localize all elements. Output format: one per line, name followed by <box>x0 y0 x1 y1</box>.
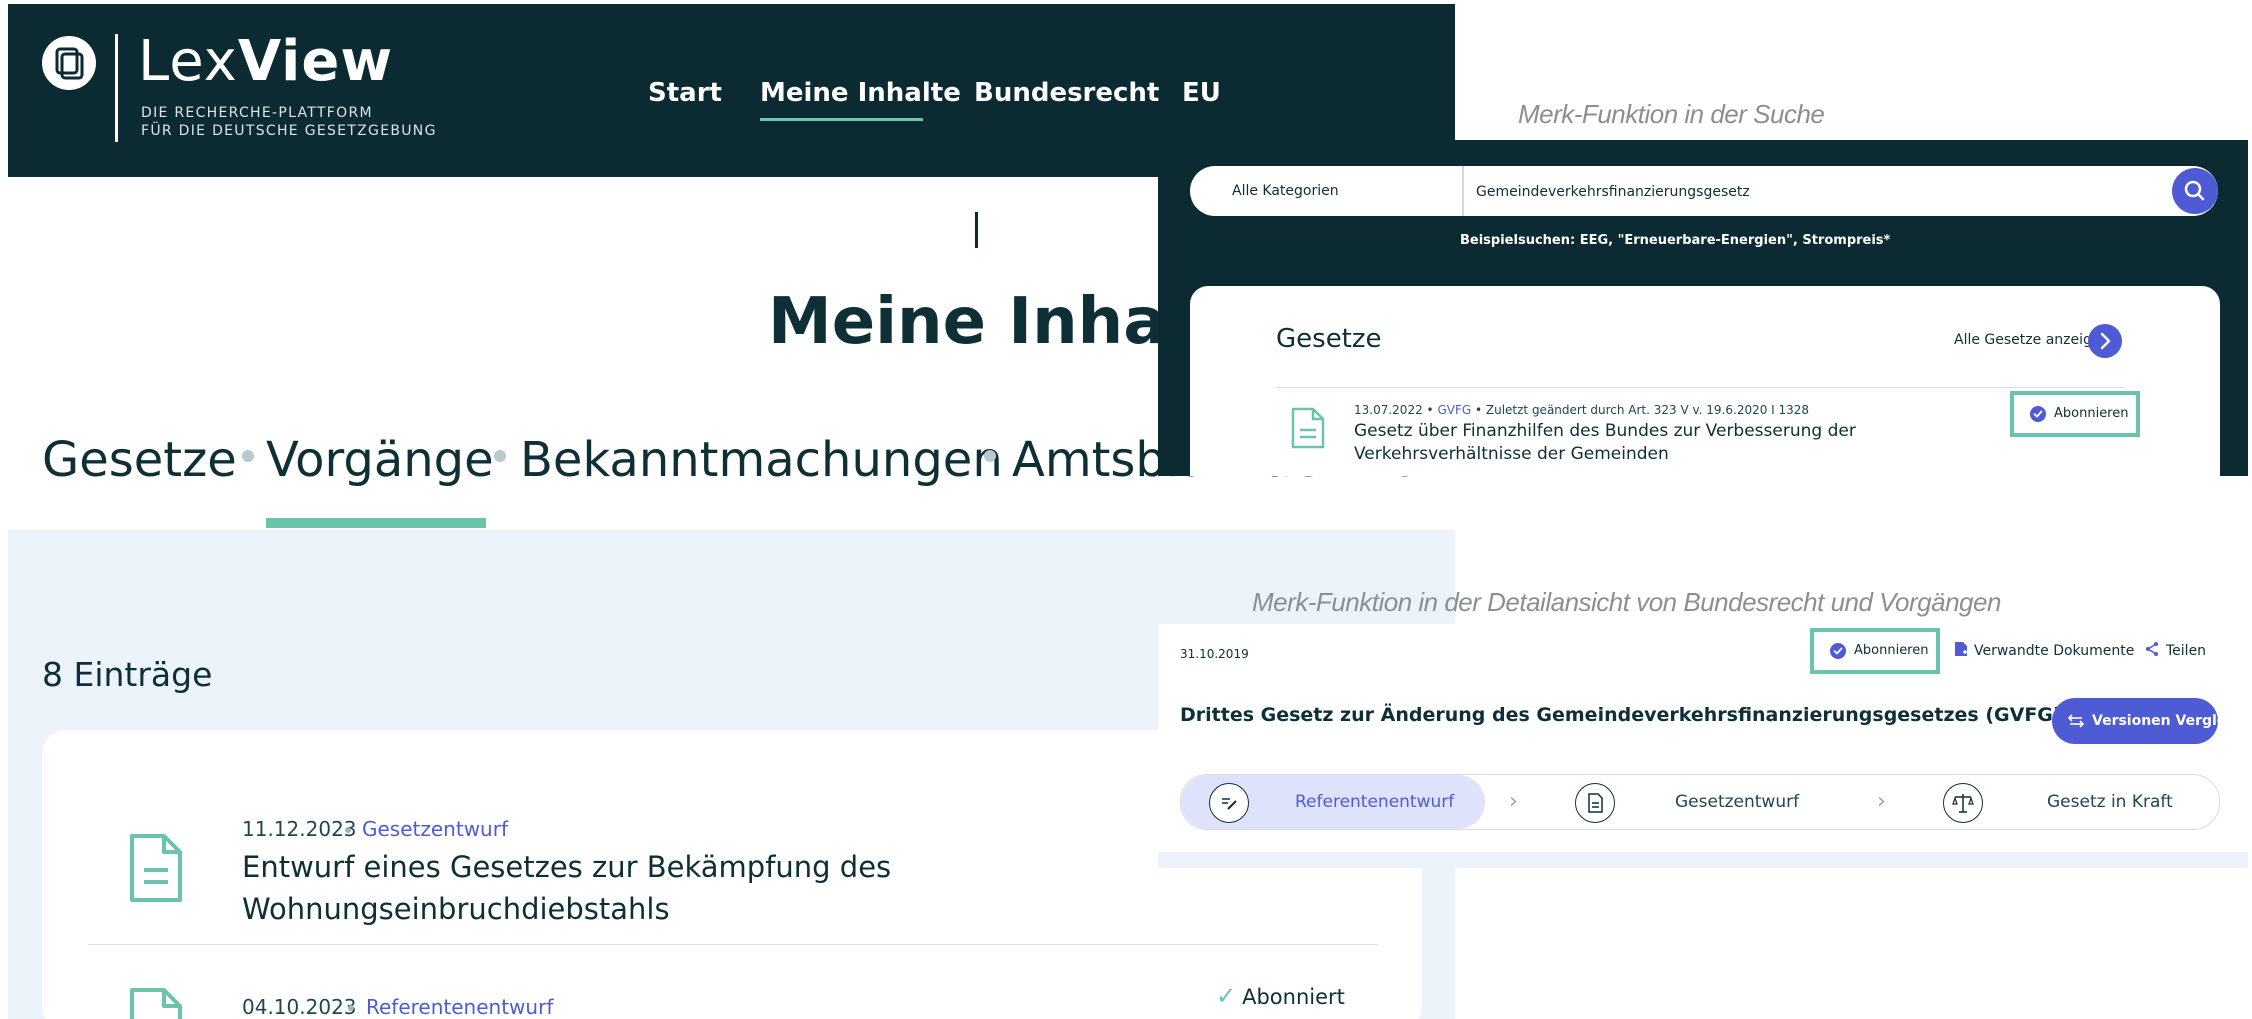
detail-date: 31.10.2019 <box>1180 647 1249 661</box>
category-vorgaenge[interactable]: Vorgänge <box>266 430 494 490</box>
entry-type[interactable]: Referentenentwurf <box>366 994 553 1019</box>
result-title[interactable]: Gesetz über Finanzhilfen des Bundes zur … <box>1354 420 1974 466</box>
share-icon <box>2146 642 2158 656</box>
search-bar: Alle Kategorien <box>1190 166 2218 216</box>
share-label: Teilen <box>2166 643 2207 659</box>
scales-icon <box>1943 783 1983 823</box>
entry-title-line-1[interactable]: Entwurf eines Gesetzes zur Bekämpfung de… <box>242 846 891 888</box>
result-meta: 13.07.2022 • GVFG • Zuletzt geändert dur… <box>1354 403 1810 417</box>
entry-meta-separator <box>348 1005 354 1011</box>
entry-date: 04.10.2023 <box>242 995 357 1019</box>
show-all-link[interactable]: Alle Gesetze anzeigen <box>1954 330 2109 350</box>
entry-date: 11.12.2023 <box>242 817 357 841</box>
subscribe-label: Abonnieren <box>1854 643 1929 658</box>
chevron-right-icon <box>2100 332 2111 350</box>
result-date: 13.07.2022 <box>1354 403 1423 417</box>
detail-title: Drittes Gesetz zur Änderung des Gemeinde… <box>1180 704 2062 726</box>
entries-count: 8 Einträge <box>42 655 213 694</box>
step-gesetz-in-kraft[interactable]: Gesetz in Kraft <box>2047 775 2173 829</box>
subscribed-status[interactable]: ✓ Abonniert <box>1216 982 1345 1011</box>
subscribe-label: Abonnieren <box>2054 406 2129 421</box>
text-cursor <box>975 212 978 248</box>
category-bekanntmachungen[interactable]: Bekanntmachungen <box>520 430 1003 490</box>
search-overlay: Alle Kategorien Beispielsuchen: EEG, "Er… <box>1158 140 2248 476</box>
step-referentenentwurf[interactable]: Referentenentwurf <box>1295 775 1454 829</box>
document-icon <box>1291 407 1325 449</box>
versions-compare-button[interactable]: Versionen Vergleich <box>2052 698 2248 744</box>
search-separator <box>1462 166 1464 216</box>
detail-overlay: 31.10.2019 Abonnieren Verwandte Dokument… <box>1158 624 2248 868</box>
category-separator <box>242 450 254 462</box>
search-category-select[interactable]: Alle Kategorien <box>1232 166 1462 216</box>
swap-arrows-icon <box>2068 714 2084 728</box>
nav-eu[interactable]: EU <box>1182 76 1221 110</box>
verified-check-icon <box>2030 406 2046 422</box>
show-all-button[interactable] <box>2088 324 2122 358</box>
results-heading: Gesetze <box>1276 324 1382 354</box>
caption-detail: Merk-Funktion in der Detailansicht von B… <box>1252 587 2001 617</box>
nav-start[interactable]: Start <box>648 76 722 110</box>
category-separator <box>984 450 996 462</box>
chevron-right-icon: › <box>1877 789 1886 814</box>
category-separator <box>494 450 506 462</box>
category-active-indicator <box>266 518 486 528</box>
entry-divider <box>88 944 1378 945</box>
subscribe-button[interactable]: Abonnieren <box>1810 628 1940 674</box>
document-add-icon <box>1955 642 1967 656</box>
logo-divider <box>115 34 118 142</box>
nav-bundesrecht[interactable]: Bundesrecht <box>974 76 1159 110</box>
search-examples: Beispielsuchen: EEG, "Erneuerbare-Energi… <box>1460 233 1891 248</box>
results-divider <box>1276 387 2124 388</box>
versions-compare-label: Versionen Vergleich <box>2092 713 2248 729</box>
result-changed: Zuletzt geändert durch Art. 323 V v. 19.… <box>1485 403 1810 417</box>
result-abbr[interactable]: GVFG <box>1437 403 1471 417</box>
entry-title-line-2[interactable]: Wohnungseinbruchdiebstahls <box>242 888 670 930</box>
share-button[interactable]: Teilen <box>2144 640 2206 662</box>
logo-wordmark[interactable]: LexView <box>138 30 393 94</box>
document-icon <box>130 988 182 1019</box>
logo-word-light: Lex <box>138 29 238 94</box>
search-input[interactable] <box>1474 174 2158 210</box>
related-documents-button[interactable]: Verwandte Dokumente <box>1954 640 2134 662</box>
search-button[interactable] <box>2172 168 2218 214</box>
step-gesetzentwurf[interactable]: Gesetzentwurf <box>1675 775 1799 829</box>
nav-active-indicator <box>760 118 923 121</box>
entry-type[interactable]: Gesetzentwurf <box>362 816 508 842</box>
process-steps: Referentenentwurf › Gesetzentwurf › Gese… <box>1180 774 2220 830</box>
subscribe-button[interactable]: Abonnieren <box>2010 391 2140 437</box>
pen-icon <box>1209 783 1249 823</box>
verified-check-icon <box>1830 643 1846 659</box>
nav-meine-inhalte[interactable]: Meine Inhalte <box>760 76 961 110</box>
caption-search: Merk-Funktion in der Suche <box>1518 99 1825 129</box>
category-gesetze[interactable]: Gesetze <box>42 430 237 490</box>
detail-bottom-strip <box>1158 852 2248 868</box>
entry-meta-separator <box>345 827 351 833</box>
document-icon <box>1575 783 1615 823</box>
search-results-card: Gesetze Alle Gesetze anzeigen 13.07.2022… <box>1190 286 2220 476</box>
logo-icon[interactable] <box>42 36 96 90</box>
search-icon <box>2184 180 2205 201</box>
logo-tagline-1: DIE RECHERCHE-PLATTFORM <box>141 105 373 121</box>
subscribed-label: Abonniert <box>1242 985 1345 1009</box>
check-icon: ✓ <box>1216 982 1237 1010</box>
logo-word-bold: View <box>237 29 394 94</box>
chevron-right-icon: › <box>1509 789 1518 814</box>
related-documents-label: Verwandte Dokumente <box>1974 643 2135 659</box>
logo-tagline-2: FÜR DIE DEUTSCHE GESETZGEBUNG <box>141 123 437 139</box>
document-icon <box>130 834 182 902</box>
